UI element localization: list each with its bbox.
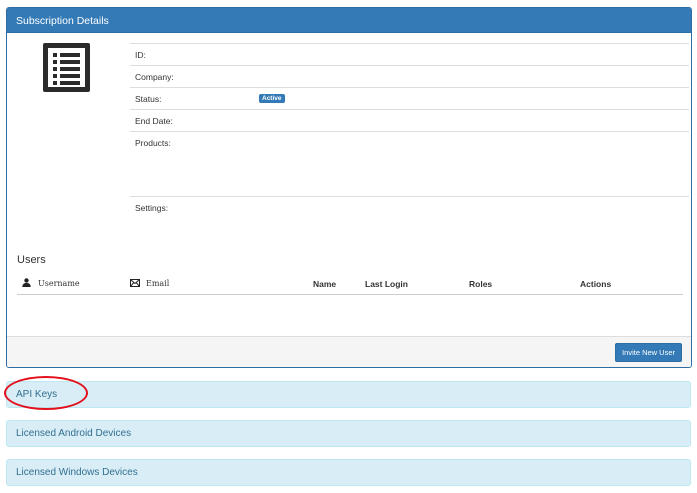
licensed-android-devices-panel[interactable]: Licensed Android Devices [6, 420, 691, 447]
detail-row-company: Company: [130, 65, 689, 87]
status-badge: Active [259, 94, 285, 103]
users-table-header: Username Email Name Last Login Roles Act… [17, 275, 683, 295]
products-label: Products: [135, 138, 171, 148]
column-roles[interactable]: Roles [469, 279, 492, 289]
detail-row-status: Status: Active [130, 87, 689, 109]
end-date-label: End Date: [135, 116, 173, 126]
company-label: Company: [135, 72, 174, 82]
user-icon [22, 278, 31, 287]
licensed-windows-devices-panel[interactable]: Licensed Windows Devices [6, 459, 691, 486]
detail-row-settings: Settings: [130, 196, 689, 218]
column-actions: Actions [580, 279, 612, 289]
detail-row-id: ID: [130, 43, 689, 65]
subscription-details-list: ID: Company: Status: Active End Date: Pr… [130, 43, 689, 218]
users-title: Users [17, 254, 46, 266]
column-username[interactable]: Username [38, 279, 80, 288]
document-list-icon [43, 43, 90, 92]
column-last-login[interactable]: Last Login [365, 279, 408, 289]
status-label: Status: [135, 94, 162, 104]
detail-row-products: Products: [130, 131, 689, 196]
settings-label: Settings: [135, 203, 169, 213]
id-label: ID: [135, 50, 146, 60]
subscription-details-heading: Subscription Details [7, 8, 691, 33]
detail-row-end-date: End Date: [130, 109, 689, 131]
column-email[interactable]: Email [146, 279, 169, 288]
subscription-panel-footer: Invite New User [7, 336, 691, 367]
invite-new-user-button[interactable]: Invite New User [615, 343, 682, 362]
envelope-icon [130, 279, 140, 287]
column-name[interactable]: Name [313, 279, 336, 289]
subscription-details-panel: Subscription Details ID: Company: Status… [6, 7, 692, 368]
api-keys-panel[interactable]: API Keys [6, 381, 691, 408]
